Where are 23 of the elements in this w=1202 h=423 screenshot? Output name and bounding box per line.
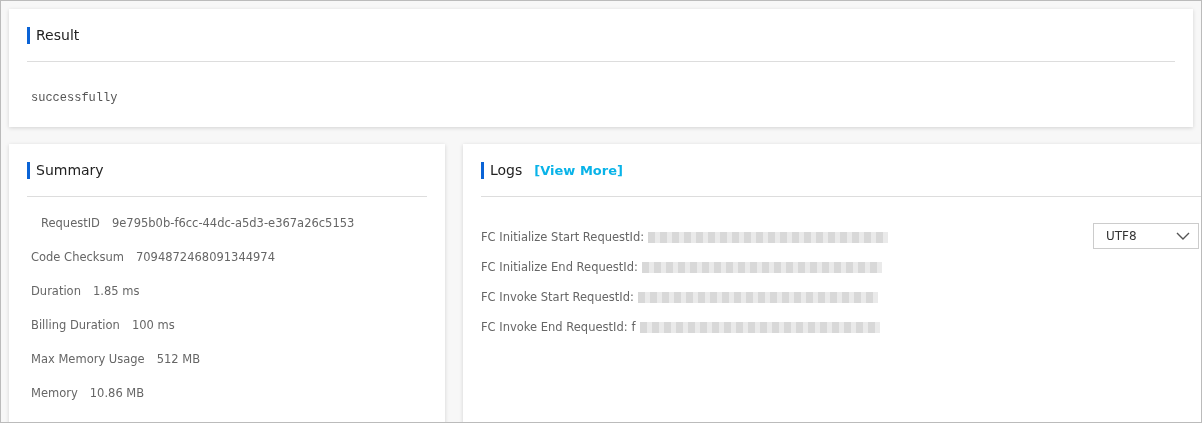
- log-line-value: f: [631, 320, 636, 335]
- chevron-down-icon: [1176, 232, 1190, 240]
- field-label: Code Checksum: [31, 250, 124, 265]
- field-value: 10.86 MB: [89, 386, 145, 401]
- field-value: 512 MB: [156, 352, 201, 367]
- field-value: 1.85 ms: [92, 284, 140, 299]
- section-title: Summary: [36, 162, 104, 178]
- field-label: Memory: [31, 386, 78, 401]
- section-title: Result: [36, 27, 80, 43]
- log-line-label: FC Invoke End RequestId:: [481, 320, 628, 335]
- field-label: RequestID: [41, 216, 100, 231]
- log-line-label: FC Initialize Start RequestId:: [481, 230, 645, 245]
- field-label: Max Memory Usage: [31, 352, 145, 367]
- section-title: Logs: [490, 162, 523, 178]
- field-value: 7094872468091344974: [135, 250, 275, 265]
- field-label: Duration: [31, 284, 81, 299]
- field-value: 100 ms: [131, 318, 175, 333]
- encoding-dropdown[interactable]: UTF8: [1093, 223, 1199, 249]
- result-text: successfully: [30, 91, 119, 105]
- log-line-label: FC Invoke Start RequestId:: [481, 290, 634, 305]
- log-line-label: FC Initialize End RequestId:: [481, 260, 638, 275]
- field-label: Billing Duration: [31, 318, 120, 333]
- field-value: 9e795b0b-f6cc-44dc-a5d3-e367a26c5153: [111, 216, 355, 231]
